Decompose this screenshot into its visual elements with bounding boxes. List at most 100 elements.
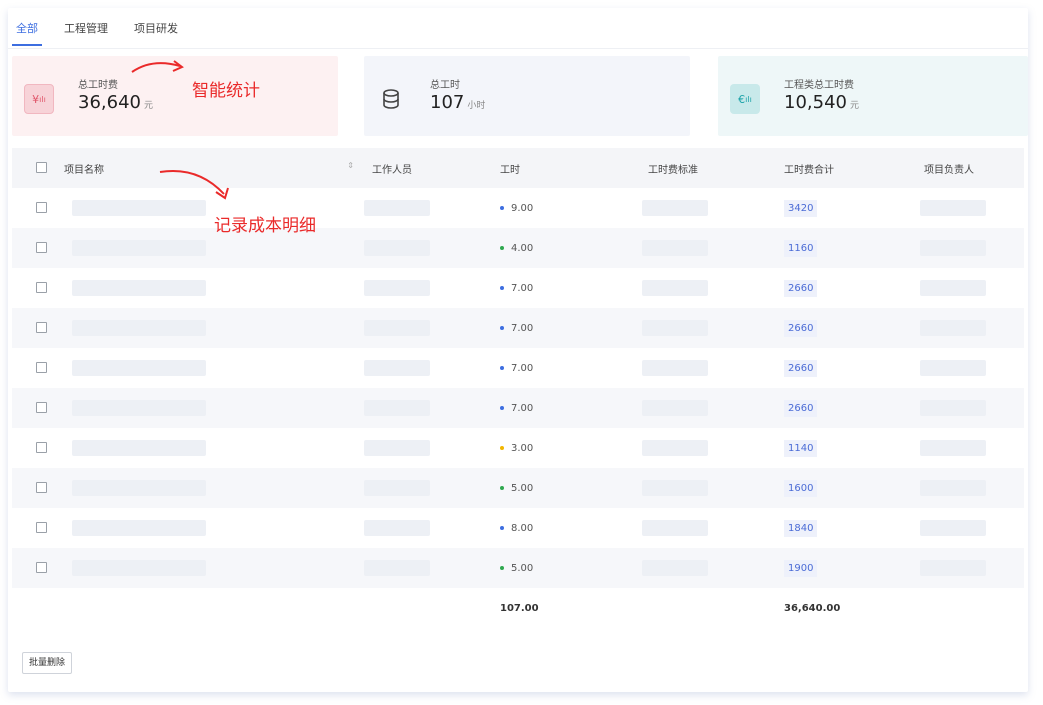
table-row[interactable]: 7.00 2660 — [12, 268, 1024, 308]
stat-value: 36,640 元 — [78, 92, 153, 113]
row-checkbox[interactable] — [36, 322, 47, 334]
cost-total-link[interactable]: 3420 — [784, 199, 818, 217]
row-checkbox[interactable] — [36, 562, 47, 574]
row-checkbox[interactable] — [36, 522, 47, 534]
stat-card-engineering-fee: € ılı 工程类总工时费 10,540 元 — [718, 56, 1028, 136]
row-checkbox[interactable] — [36, 442, 47, 454]
stat-label: 工程类总工时费 — [784, 80, 854, 91]
rate-placeholder — [642, 400, 708, 416]
project-name-placeholder — [72, 280, 206, 296]
project-name-placeholder — [72, 440, 206, 456]
status-dot — [500, 245, 504, 250]
staff-placeholder — [364, 200, 430, 216]
rate-placeholder — [642, 520, 708, 536]
cost-total-link[interactable]: 1160 — [784, 239, 818, 257]
tab-rd[interactable]: 项目研发 — [134, 8, 178, 48]
sort-icon[interactable]: ⇕ — [347, 161, 354, 176]
tab-divider — [8, 48, 1028, 49]
stat-label: 总工时费 — [78, 80, 118, 91]
hours-value: 9.00 — [511, 202, 534, 214]
cost-total-link[interactable]: 2660 — [784, 359, 818, 377]
owner-placeholder — [920, 280, 986, 296]
stat-label: 总工时 — [430, 80, 460, 91]
stat-card-total-hours: 总工时 107 小时 — [364, 56, 690, 136]
annotation-smart-stats: 智能统计 — [192, 81, 260, 101]
rate-placeholder — [642, 280, 708, 296]
stat-value: 10,540 元 — [784, 92, 859, 113]
status-dot — [500, 205, 504, 210]
row-checkbox[interactable] — [36, 402, 47, 414]
owner-placeholder — [920, 480, 986, 496]
tab-engineering[interactable]: 工程管理 — [64, 8, 108, 48]
table-row[interactable]: 8.00 1840 — [12, 508, 1024, 548]
owner-placeholder — [920, 560, 986, 576]
status-dot — [500, 325, 504, 330]
cost-total-link[interactable]: 2660 — [784, 319, 818, 337]
staff-placeholder — [364, 240, 430, 256]
annotation-cost-details: 记录成本明细 — [214, 216, 316, 236]
project-name-placeholder — [72, 320, 206, 336]
table-row[interactable]: 5.00 1600 — [12, 468, 1024, 508]
rate-placeholder — [642, 560, 708, 576]
row-checkbox[interactable] — [36, 482, 47, 494]
row-checkbox[interactable] — [36, 242, 47, 254]
table-row[interactable]: 3.00 1140 — [12, 428, 1024, 468]
row-checkbox[interactable] — [36, 282, 47, 294]
project-name-placeholder — [72, 480, 206, 496]
staff-placeholder — [364, 360, 430, 376]
select-all-checkbox[interactable] — [36, 162, 47, 174]
rate-placeholder — [642, 320, 708, 336]
cost-total-link[interactable]: 1840 — [784, 519, 818, 537]
table-summary-row: 107.00 36,640.00 — [12, 588, 1024, 628]
table-row[interactable]: 5.00 1900 — [12, 548, 1024, 588]
status-dot — [500, 485, 504, 490]
table-row[interactable]: 4.00 1160 — [12, 228, 1024, 268]
rate-placeholder — [642, 440, 708, 456]
tab-all[interactable]: 全部 — [12, 8, 42, 48]
owner-placeholder — [920, 320, 986, 336]
cost-total-link[interactable]: 2660 — [784, 279, 818, 297]
rate-placeholder — [642, 240, 708, 256]
row-checkbox[interactable] — [36, 362, 47, 374]
staff-placeholder — [364, 280, 430, 296]
table-row[interactable]: 7.00 2660 — [12, 308, 1024, 348]
column-header: 项目名称 — [64, 164, 104, 176]
column-header: 工时费标准 — [642, 148, 780, 188]
project-name-placeholder — [72, 560, 206, 576]
column-header: 工作人员 — [360, 148, 500, 188]
stat-value: 107 小时 — [430, 92, 486, 113]
cost-total-link[interactable]: 2660 — [784, 399, 818, 417]
column-header: 项目负责人 — [920, 148, 1024, 188]
hours-value: 5.00 — [511, 482, 534, 494]
cost-sum: 36,640.00 — [780, 588, 920, 628]
owner-placeholder — [920, 400, 986, 416]
staff-placeholder — [364, 520, 430, 536]
owner-placeholder — [920, 520, 986, 536]
row-checkbox[interactable] — [36, 202, 47, 214]
hours-value: 7.00 — [511, 402, 534, 414]
cost-total-link[interactable]: 1140 — [784, 439, 818, 457]
hours-value: 7.00 — [511, 362, 534, 374]
owner-placeholder — [920, 440, 986, 456]
annotation-arrow-icon — [131, 60, 184, 73]
table-row[interactable]: 7.00 2660 — [12, 388, 1024, 428]
cost-trend-icon: € ılı — [730, 84, 760, 114]
cost-total-link[interactable]: 1900 — [784, 559, 818, 577]
status-dot — [500, 525, 504, 530]
hours-sum: 107.00 — [500, 588, 642, 628]
hours-value: 4.00 — [511, 242, 534, 254]
column-header: 工时费合计 — [780, 148, 920, 188]
table-row[interactable]: 7.00 2660 — [12, 348, 1024, 388]
project-name-placeholder — [72, 240, 206, 256]
hours-value: 8.00 — [511, 522, 534, 534]
database-icon — [376, 84, 406, 114]
staff-placeholder — [364, 320, 430, 336]
project-name-placeholder — [72, 400, 206, 416]
rate-placeholder — [642, 200, 708, 216]
batch-delete-button[interactable]: 批量删除 — [22, 652, 73, 674]
worktime-panel: 全部 工程管理 项目研发 ¥ ılı 总工时费 36,640 元 总工时 107 小时… — [8, 8, 1028, 692]
staff-placeholder — [364, 560, 430, 576]
annotation-arrow-icon — [159, 170, 229, 200]
cost-total-link[interactable]: 1600 — [784, 479, 818, 497]
status-dot — [500, 445, 504, 450]
